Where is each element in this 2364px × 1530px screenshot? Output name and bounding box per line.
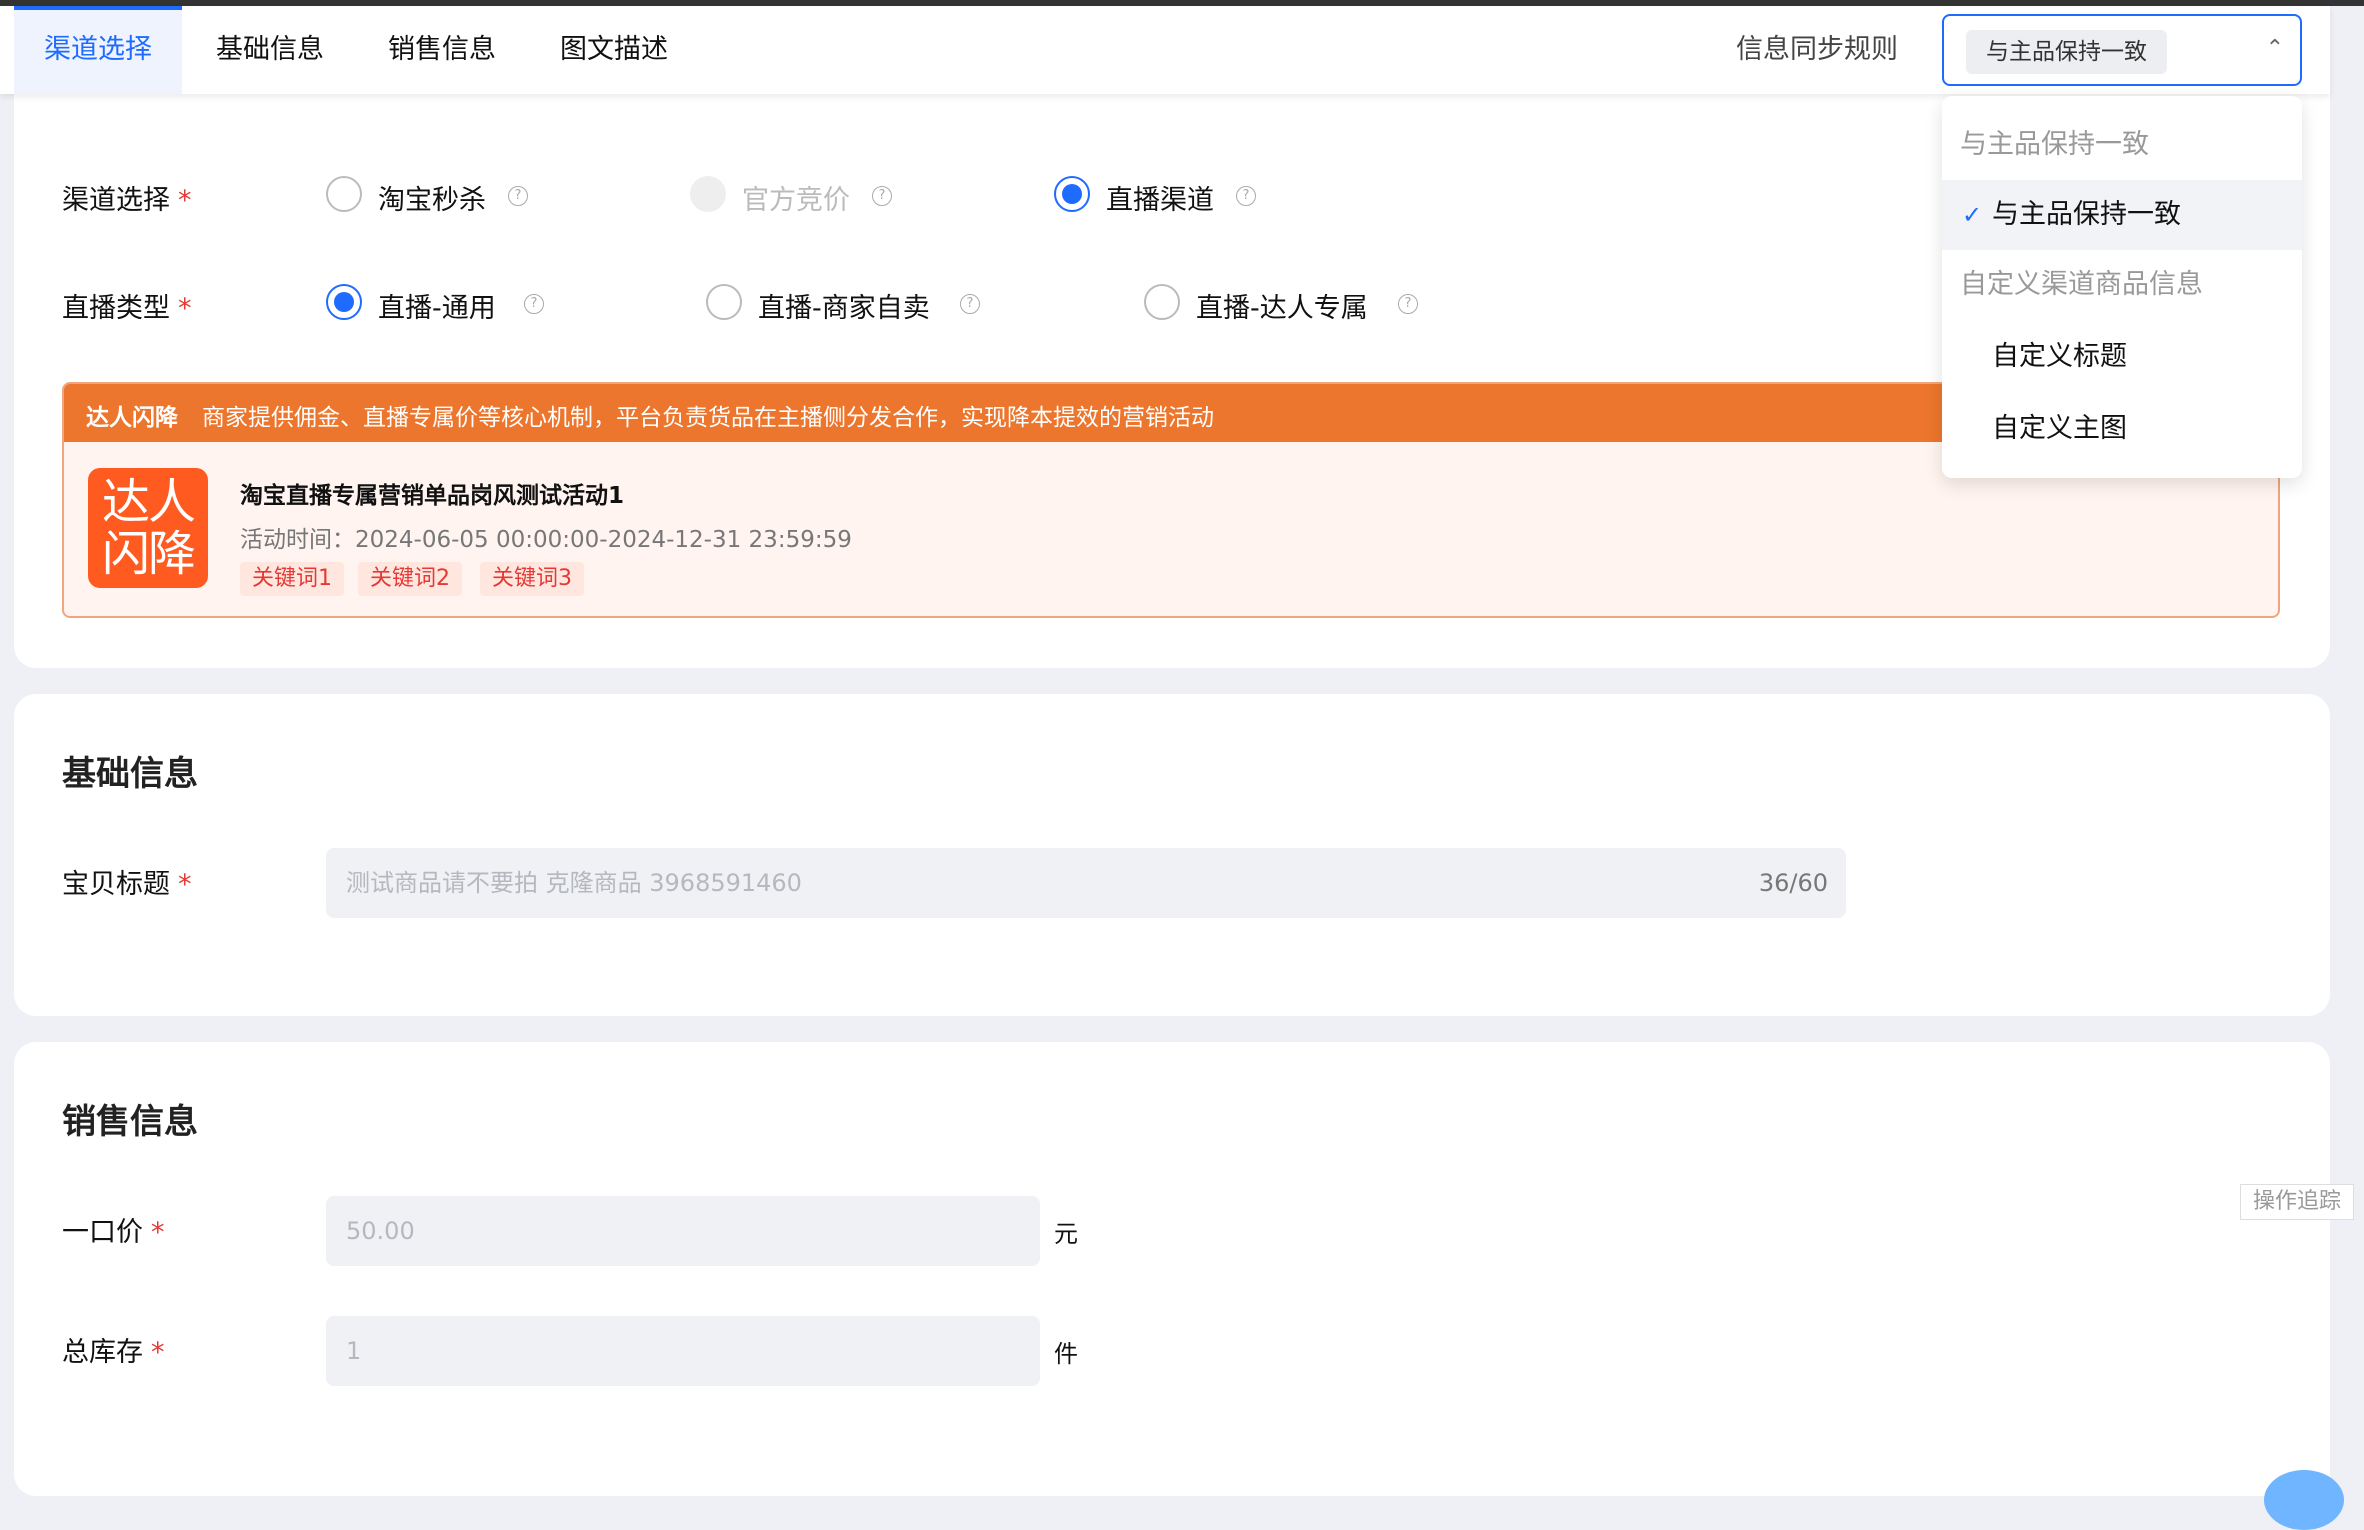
help-icon[interactable]: ?	[508, 186, 528, 206]
price-unit: 元	[1054, 1220, 1078, 1248]
dropdown-option-custom-title[interactable]: 自定义标题	[1942, 322, 2302, 392]
tab-channel[interactable]: 渠道选择	[14, 6, 182, 94]
keyword-tag: 关键词1	[240, 562, 344, 596]
dropdown-group-header: 自定义渠道商品信息	[1960, 269, 2203, 300]
radio-official-bidding	[690, 176, 726, 212]
promo-activity-time: 活动时间：2024-06-05 00:00:00-2024-12-31 23:5…	[240, 527, 852, 553]
dropdown-option-follow-main[interactable]: ✓ 与主品保持一致	[1942, 180, 2302, 250]
dropdown-group-header: 与主品保持一致	[1960, 129, 2149, 160]
sync-rule-dropdown: 与主品保持一致 ✓ 与主品保持一致 自定义渠道商品信息 自定义标题 自定义主图	[1942, 96, 2302, 478]
radio-taobao-seckill[interactable]	[326, 176, 362, 212]
radio-label: 直播-达人专属	[1196, 293, 1368, 324]
promo-description: 商家提供佣金、直播专属价等核心机制，平台负责货品在主播侧分发合作，实现降本提效的…	[202, 405, 1214, 431]
selected-tag: 与主品保持一致	[1966, 30, 2167, 74]
stock-unit: 件	[1054, 1340, 1078, 1368]
channel-label: 渠道选择 *	[62, 185, 192, 216]
stock-label: 总库存 *	[62, 1337, 165, 1368]
sync-rule-select[interactable]: 与主品保持一致 ⌃	[1942, 14, 2302, 86]
tab-sales-info[interactable]: 销售信息	[358, 6, 526, 94]
option-label: 与主品保持一致	[1992, 199, 2181, 230]
help-icon[interactable]: ?	[872, 186, 892, 206]
radio-live-general[interactable]	[326, 284, 362, 320]
sales-info-section: 销售信息 一口价 * 50.00 元 总库存 * 1 件	[14, 1042, 2330, 1496]
radio-live-merchant[interactable]	[706, 284, 742, 320]
radio-live-channel[interactable]	[1054, 176, 1090, 212]
item-title-input[interactable]: 测试商品请不要拍 克隆商品 3968591460 36/60	[326, 848, 1846, 918]
dropdown-option-custom-image[interactable]: 自定义主图	[1942, 394, 2302, 464]
chevron-up-icon: ⌃	[2265, 36, 2284, 61]
basic-info-heading: 基础信息	[62, 754, 198, 794]
char-counter: 36/60	[1758, 869, 1828, 897]
radio-label: 直播渠道	[1106, 185, 1214, 216]
anchor-tab-bar: 渠道选择 基础信息 销售信息 图文描述 信息同步规则 与主品保持一致 ⌃	[0, 6, 2330, 94]
promo-title: 达人闪降	[86, 405, 178, 431]
live-type-label: 直播类型 *	[62, 293, 192, 324]
item-title-label: 宝贝标题 *	[62, 869, 192, 900]
promo-activity-name: 淘宝直播专属营销单品岗风测试活动1	[240, 483, 625, 509]
basic-info-section: 基础信息 宝贝标题 * 测试商品请不要拍 克隆商品 3968591460 36/6…	[14, 694, 2330, 1016]
radio-label: 直播-通用	[378, 293, 496, 324]
assistant-bubble-icon[interactable]	[2264, 1470, 2344, 1530]
help-icon[interactable]: ?	[960, 294, 980, 314]
radio-label: 官方竞价	[742, 185, 850, 216]
stock-input[interactable]: 1	[326, 1316, 1040, 1386]
keyword-tag: 关键词2	[358, 562, 462, 596]
keyword-tag: 关键词3	[480, 562, 584, 596]
radio-live-influencer[interactable]	[1144, 284, 1180, 320]
operation-trace-button[interactable]: 操作追踪	[2240, 1184, 2354, 1220]
help-icon[interactable]: ?	[524, 294, 544, 314]
sync-rule-label: 信息同步规则	[1736, 34, 1898, 65]
radio-label: 淘宝秒杀	[378, 185, 486, 216]
price-label: 一口价 *	[62, 1217, 165, 1248]
promo-logo: 达人 闪降	[88, 468, 208, 588]
check-icon: ✓	[1962, 201, 1983, 229]
help-icon[interactable]: ?	[1398, 294, 1418, 314]
help-icon[interactable]: ?	[1236, 186, 1256, 206]
price-input[interactable]: 50.00	[326, 1196, 1040, 1266]
sales-info-heading: 销售信息	[62, 1102, 198, 1142]
tab-description[interactable]: 图文描述	[530, 6, 698, 94]
tab-basic-info[interactable]: 基础信息	[186, 6, 354, 94]
radio-label: 直播-商家自卖	[758, 293, 930, 324]
